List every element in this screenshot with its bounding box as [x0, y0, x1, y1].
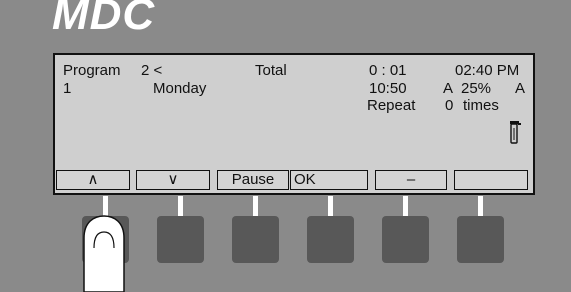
key-stem-4	[328, 196, 333, 218]
device-panel: MDC Program 2 < Total 0 : 01 02:40 PM 1 …	[0, 0, 571, 292]
mode-a-right: A	[515, 80, 526, 97]
time-display: 10:50	[369, 80, 407, 97]
program-label: Program	[63, 62, 121, 79]
day-display: Monday	[153, 80, 207, 97]
percent-display: 25%	[461, 80, 492, 97]
softkey-up[interactable]: ∧	[56, 170, 130, 190]
softkey-blank[interactable]	[454, 170, 528, 190]
hard-key-3[interactable]	[232, 216, 279, 263]
repeat-unit: times	[463, 97, 499, 114]
hard-key-4[interactable]	[307, 216, 354, 263]
repeat-label: Repeat	[367, 97, 416, 114]
brand-logo: MDC	[52, 0, 156, 39]
row2-index: 1	[63, 80, 72, 97]
softkey-minus[interactable]: –	[375, 170, 447, 190]
softkey-pause[interactable]: Pause	[217, 170, 289, 190]
softkey-down[interactable]: ∨	[136, 170, 210, 190]
softkey-ok[interactable]: OK	[290, 170, 368, 190]
key-stem-2	[178, 196, 183, 218]
hard-key-6[interactable]	[457, 216, 504, 263]
tap-icon	[510, 121, 521, 144]
key-stem-6	[478, 196, 483, 218]
hard-key-2[interactable]	[157, 216, 204, 263]
finger-icon	[83, 215, 125, 292]
key-stem-3	[253, 196, 258, 218]
repeat-count: 0	[445, 97, 454, 114]
hard-key-5[interactable]	[382, 216, 429, 263]
mode-a-left: A	[443, 80, 454, 97]
clock-display: 02:40 PM	[455, 62, 520, 79]
key-stem-5	[403, 196, 408, 218]
program-value: 2 <	[141, 62, 163, 79]
total-label: Total	[255, 62, 287, 79]
softkey-bar: ∧ ∨ Pause OK –	[56, 170, 532, 192]
total-time: 0 : 01	[369, 62, 407, 79]
lcd-display: Program 2 < Total 0 : 01 02:40 PM 1 Mond…	[53, 53, 535, 195]
